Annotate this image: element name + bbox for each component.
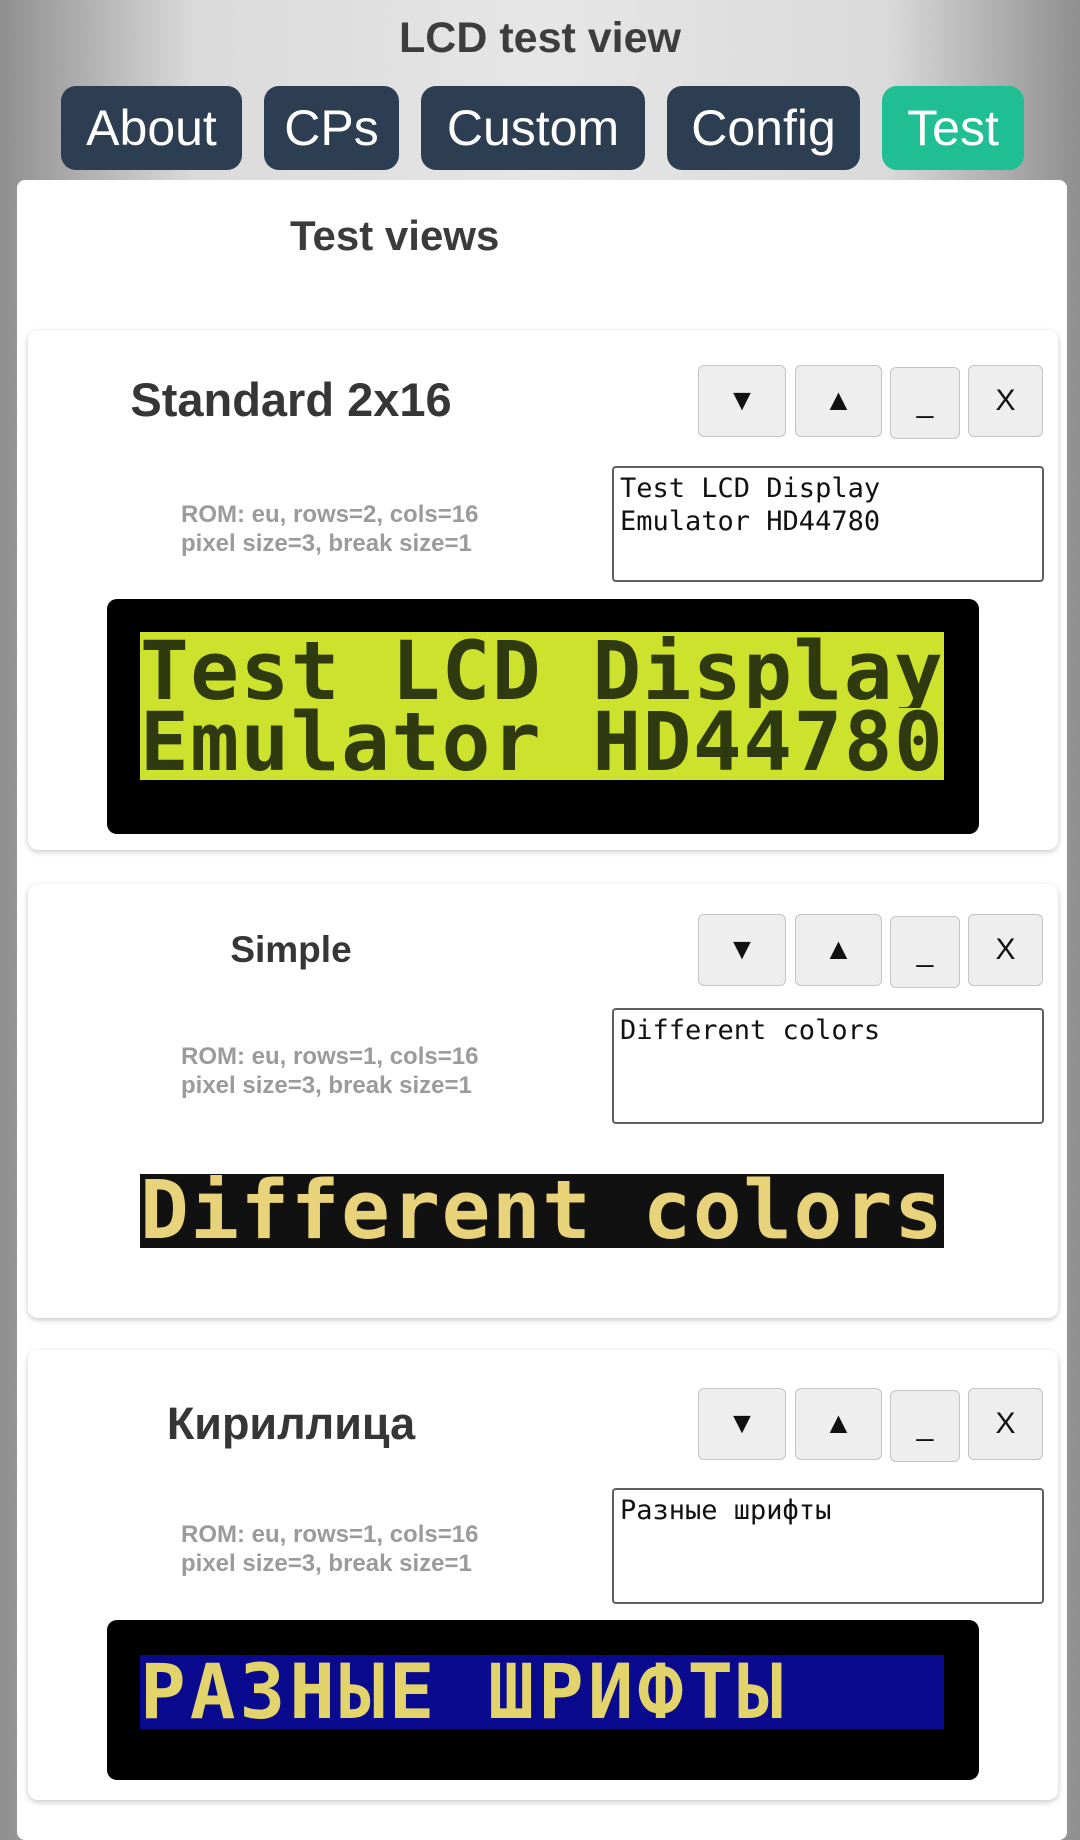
lcd-line-1: Test LCD Display	[140, 636, 944, 708]
minimize-button[interactable]: _	[890, 367, 960, 439]
close-button[interactable]: X	[968, 365, 1043, 437]
move-down-button[interactable]: ▼	[698, 1388, 786, 1460]
lcd-line-2: Emulator HD44780	[140, 707, 944, 779]
minimize-button[interactable]: _	[890, 916, 960, 988]
close-button[interactable]: X	[968, 914, 1043, 986]
rom-info: ROM: eu, rows=1, cols=16	[181, 1521, 479, 1548]
lcd-card-cyrillic: Кириллица ▼ ▲ _ X ROM: eu, rows=1, cols=…	[28, 1350, 1058, 1800]
lcd-screen: Test LCD Display Emulator HD44780	[140, 632, 944, 780]
move-up-button[interactable]: ▲	[795, 365, 882, 437]
lcd-text-input[interactable]	[612, 466, 1044, 582]
close-button[interactable]: X	[968, 1388, 1043, 1460]
lcd-bezel: РАЗНЫЕ ШРИФТЫ	[107, 1620, 979, 1780]
lcd-line-1: Different colors	[140, 1175, 944, 1247]
lcd-card-simple: Simple ▼ ▲ _ X ROM: eu, rows=1, cols=16 …	[28, 884, 1058, 1318]
lcd-config-info: ROM: eu, rows=2, cols=16 pixel size=3, b…	[181, 500, 478, 558]
lcd-config-info: ROM: eu, rows=1, cols=16 pixel size=3, b…	[181, 1520, 478, 1578]
rom-info: ROM: eu, rows=2, cols=16	[181, 501, 479, 528]
move-down-button[interactable]: ▼	[698, 914, 786, 986]
lcd-text-input[interactable]	[612, 1488, 1044, 1604]
tab-custom[interactable]: Custom	[421, 86, 645, 170]
rom-info: ROM: eu, rows=1, cols=16	[181, 1043, 479, 1070]
pixel-info: pixel size=3, break size=1	[181, 530, 472, 557]
tab-bar: About CPs Custom Config Test	[0, 86, 1080, 170]
lcd-card-standard: Standard 2x16 ▼ ▲ _ X ROM: eu, rows=2, c…	[28, 330, 1058, 850]
tab-config[interactable]: Config	[667, 86, 860, 170]
move-up-button[interactable]: ▲	[795, 1388, 882, 1460]
tab-test[interactable]: Test	[882, 86, 1024, 170]
lcd-config-info: ROM: eu, rows=1, cols=16 pixel size=3, b…	[181, 1042, 478, 1100]
section-title: Test views	[290, 212, 500, 259]
card-title: Кириллица	[166, 1398, 416, 1449]
lcd-line-1: РАЗНЫЕ ШРИФТЫ	[140, 1656, 787, 1728]
tab-about[interactable]: About	[61, 86, 242, 170]
pixel-info: pixel size=3, break size=1	[181, 1072, 472, 1099]
page-title: LCD test view	[399, 14, 681, 62]
lcd-screen: Different colors	[140, 1174, 944, 1248]
lcd-screen: РАЗНЫЕ ШРИФТЫ	[140, 1655, 944, 1729]
minimize-button[interactable]: _	[890, 1390, 960, 1462]
lcd-bezel: Test LCD Display Emulator HD44780	[107, 599, 979, 834]
lcd-text-input[interactable]	[612, 1008, 1044, 1124]
pixel-info: pixel size=3, break size=1	[181, 1550, 472, 1577]
move-up-button[interactable]: ▲	[795, 914, 882, 986]
tab-cps[interactable]: CPs	[264, 86, 399, 170]
card-title: Standard 2x16	[130, 373, 452, 426]
card-title: Simple	[230, 929, 352, 970]
move-down-button[interactable]: ▼	[698, 365, 786, 437]
